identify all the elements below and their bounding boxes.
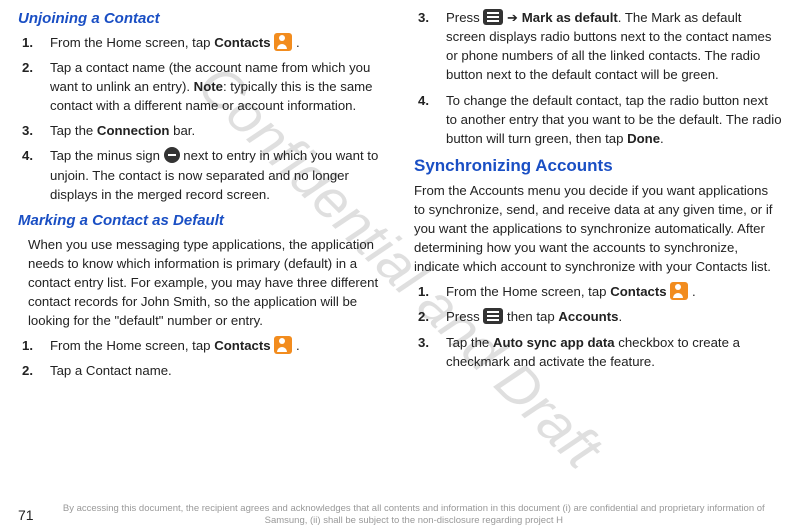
bold-text: Contacts [610, 284, 666, 299]
step-number: 2. [22, 361, 33, 380]
step-number: 3. [418, 8, 429, 27]
step-text: Tap a Contact name. [50, 363, 172, 378]
footer-disclaimer: By accessing this document, the recipien… [46, 503, 782, 526]
step-text: then tap [503, 309, 558, 324]
steps-unjoining: 1. From the Home screen, tap Contacts . … [44, 33, 386, 204]
step-text: bar. [169, 123, 195, 138]
contacts-icon [274, 33, 292, 51]
bold-text: Auto sync app data [493, 335, 615, 350]
paragraph-text: When you use messaging type applications… [28, 235, 386, 331]
bold-text: Mark as default [522, 10, 618, 25]
bold-text: Note [194, 79, 223, 94]
step-item: 3. Tap the Connection bar. [44, 121, 386, 140]
step-number: 4. [418, 91, 429, 110]
bold-text: Contacts [214, 35, 270, 50]
step-text: . [688, 284, 695, 299]
step-number: 1. [418, 282, 429, 301]
step-item: 4. Tap the minus sign next to entry in w… [44, 146, 386, 203]
step-text: To change the default contact, tap the r… [446, 93, 782, 146]
step-number: 2. [418, 307, 429, 326]
step-text: Press [446, 10, 483, 25]
step-text: Tap the [446, 335, 493, 350]
step-number: 1. [22, 33, 33, 52]
page-number: 71 [18, 507, 34, 523]
bold-text: Done [627, 131, 660, 146]
subheading-marking-default: Marking a Contact as Default [18, 210, 386, 232]
step-text: From the Home screen, tap [50, 35, 214, 50]
step-text: . [618, 309, 622, 324]
step-text: . [660, 131, 664, 146]
paragraph-text: From the Accounts menu you decide if you… [414, 181, 782, 277]
step-text: . [292, 35, 299, 50]
step-text: From the Home screen, tap [50, 338, 214, 353]
menu-icon [483, 308, 503, 324]
step-item: 1. From the Home screen, tap Contacts . [44, 33, 386, 52]
step-text: Press [446, 309, 483, 324]
step-text: Tap the [50, 123, 97, 138]
step-item: 2. Press then tap Accounts. [440, 307, 782, 326]
step-item: 2. Tap a contact name (the account name … [44, 58, 386, 115]
step-number: 1. [22, 336, 33, 355]
step-text: From the Home screen, tap [446, 284, 610, 299]
step-item: 2. Tap a Contact name. [44, 361, 386, 380]
steps-mark-default-cont: 3. Press ➔ Mark as default. The Mark as … [440, 8, 782, 148]
contacts-icon [670, 282, 688, 300]
subheading-unjoining: Unjoining a Contact [18, 8, 386, 30]
heading-sync-accounts: Synchronizing Accounts [414, 154, 782, 179]
steps-sync: 1. From the Home screen, tap Contacts . … [440, 282, 782, 371]
step-number: 4. [22, 146, 33, 165]
step-text: ➔ [503, 10, 521, 25]
steps-marking-default: 1. From the Home screen, tap Contacts . … [44, 336, 386, 380]
step-item: 1. From the Home screen, tap Contacts . [440, 282, 782, 301]
bold-text: Contacts [214, 338, 270, 353]
step-number: 3. [22, 121, 33, 140]
bold-text: Accounts [558, 309, 618, 324]
bold-text: Connection [97, 123, 170, 138]
step-number: 3. [418, 333, 429, 352]
step-text: . [292, 338, 299, 353]
right-column: 3. Press ➔ Mark as default. The Mark as … [414, 8, 782, 387]
step-item: 3. Tap the Auto sync app data checkbox t… [440, 333, 782, 371]
left-column: Unjoining a Contact 1. From the Home scr… [18, 8, 386, 387]
step-item: 4. To change the default contact, tap th… [440, 91, 782, 148]
page-footer: 71 By accessing this document, the recip… [0, 503, 800, 526]
step-number: 2. [22, 58, 33, 77]
minus-icon [164, 147, 180, 163]
step-item: 1. From the Home screen, tap Contacts . [44, 336, 386, 355]
contacts-icon [274, 336, 292, 354]
menu-icon [483, 9, 503, 25]
step-text: Tap the minus sign [50, 148, 164, 163]
content-columns: Unjoining a Contact 1. From the Home scr… [0, 0, 800, 387]
step-item: 3. Press ➔ Mark as default. The Mark as … [440, 8, 782, 85]
